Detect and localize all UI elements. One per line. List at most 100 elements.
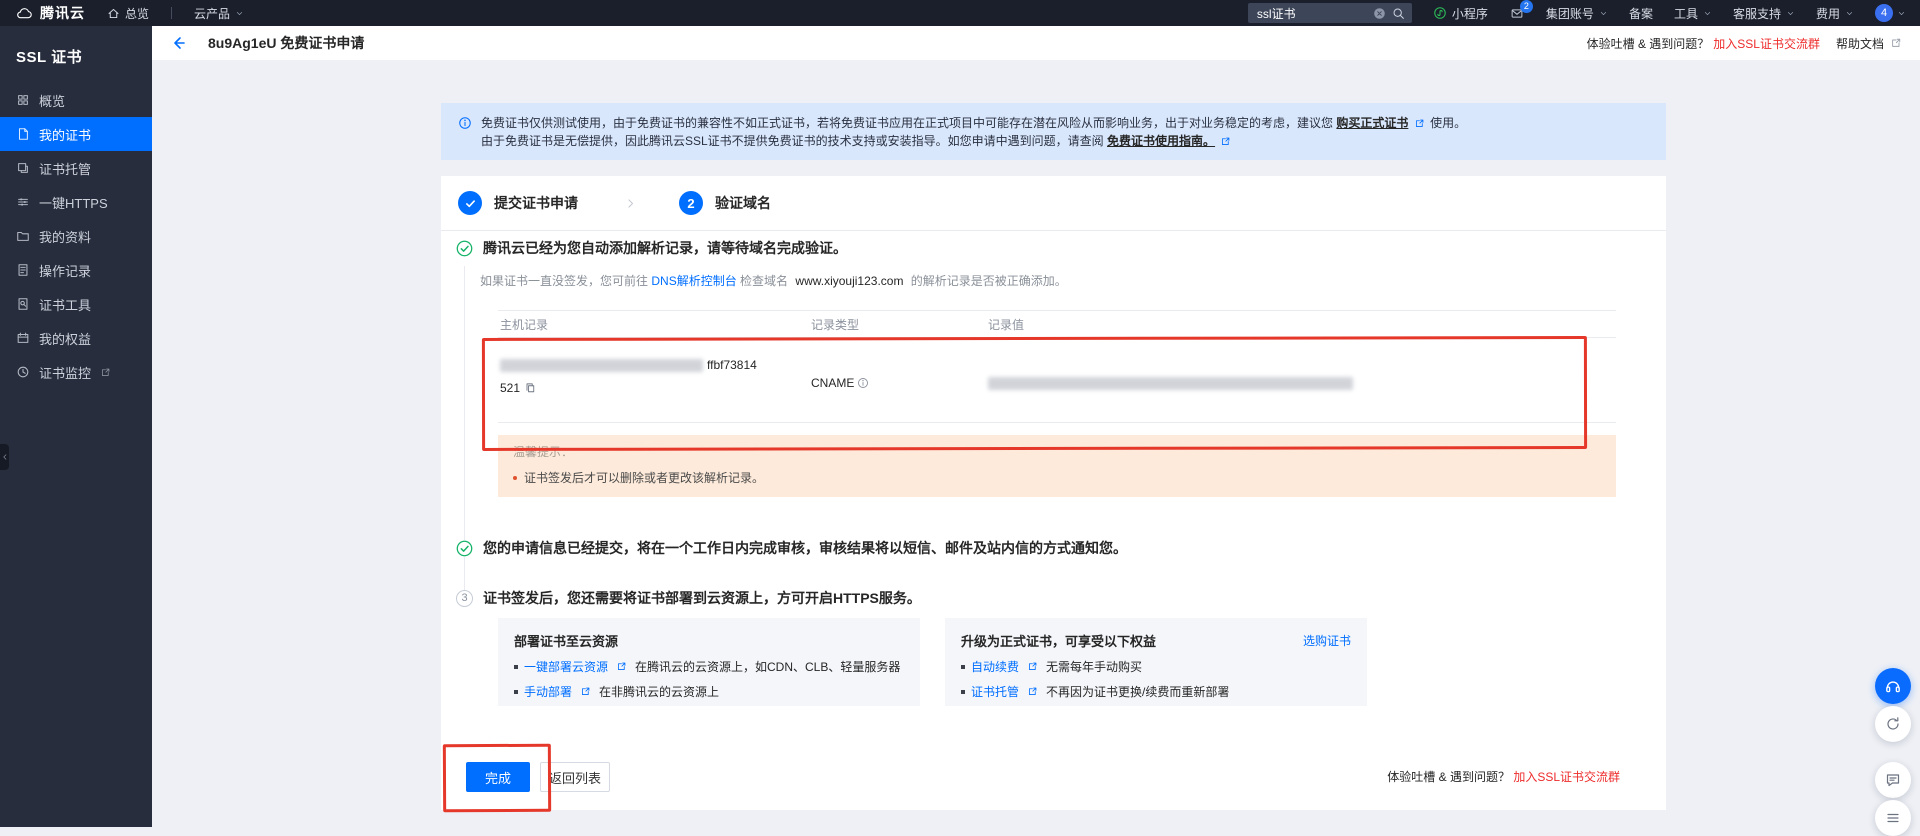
info-icon (458, 116, 472, 130)
bullet-square (961, 665, 965, 669)
home-icon (107, 7, 120, 20)
done-button[interactable]: 完成 (466, 762, 530, 792)
sidebar-item-label: 操作记录 (39, 261, 91, 280)
search-icon[interactable] (1392, 7, 1405, 20)
success-check-icon (456, 540, 473, 557)
help-doc-link[interactable]: 帮助文档 (1836, 35, 1884, 52)
sidebar-item-one-click-https[interactable]: 一键HTTPS (0, 185, 152, 219)
external-link-icon (616, 661, 627, 672)
step-separator (624, 197, 637, 210)
sidebar-item-operation-log[interactable]: 操作记录 (0, 253, 152, 287)
join-ssl-group-link[interactable]: 加入SSL证书交流群 (1513, 770, 1620, 784)
panels-row: 部署证书至云资源 一键部署云资源 在腾讯云的云资源上，如CDN、CLB、轻量服务… (498, 618, 1367, 706)
deploy-panel-title: 部署证书至云资源 (514, 631, 618, 650)
upgrade-panel: 升级为正式证书，可享受以下权益 选购证书 自动续费 无需每年手动购买 证书托管 … (945, 618, 1367, 706)
steps-header: 提交证书申请 2 验证域名 (441, 176, 1666, 231)
sidebar-collapse-handle[interactable] (0, 444, 9, 470)
panel-item: 自动续费 无需每年手动购买 (961, 658, 1351, 675)
nav-mini-program-label: 小程序 (1452, 5, 1488, 22)
card-feedback: 体验吐槽 & 遇到问题？ 加入SSL证书交流群 (1387, 768, 1620, 785)
nav-overview[interactable]: 总览 (107, 5, 149, 22)
tencent-cloud-logo[interactable]: 腾讯云 (14, 3, 85, 23)
sidebar-item-cert-monitor[interactable]: 证书监控 (0, 355, 152, 389)
sidebar-item-label: 证书托管 (39, 159, 91, 178)
nav-support-label: 客服支持 (1733, 5, 1781, 22)
one-click-deploy-link[interactable]: 一键部署云资源 (524, 658, 608, 675)
customer-service-button[interactable] (1875, 668, 1911, 704)
refresh-button[interactable] (1875, 706, 1911, 742)
notice-item: 证书签发后才可以删除或者更改该解析记录。 (513, 469, 1601, 486)
clear-search-icon[interactable] (1373, 7, 1386, 20)
nav-cloud-products[interactable]: 云产品 (194, 5, 244, 22)
redacted-record-value (988, 377, 1353, 390)
sidebar-item-label: 证书工具 (39, 295, 91, 314)
manual-deploy-link[interactable]: 手动部署 (524, 683, 572, 700)
sidebar-title: SSL 证书 (0, 26, 152, 83)
nav-billing[interactable]: 费用 (1816, 5, 1854, 22)
global-search-box[interactable] (1248, 3, 1412, 23)
dns-console-link[interactable]: DNS解析控制台 (651, 274, 736, 288)
table-header: 主机记录 记录类型 记录值 (498, 310, 1616, 338)
external-link-icon (100, 367, 111, 378)
record-value-cell (988, 338, 1616, 422)
headset-icon (1884, 677, 1902, 695)
submitted-section: 您的申请信息已经提交，将在一个工作日内完成审核，审核结果将以短信、邮件及站内信的… (456, 538, 1127, 558)
sidebar-item-my-profile[interactable]: 我的资料 (0, 219, 152, 253)
buy-cert-link[interactable]: 选购证书 (1303, 632, 1351, 649)
hosting-icon (16, 161, 30, 175)
step-2-label: 验证域名 (715, 193, 771, 213)
panel-item: 证书托管 不再因为证书更换/续费而重新部署 (961, 683, 1351, 700)
search-input[interactable] (1255, 5, 1367, 21)
auto-renew-link[interactable]: 自动续费 (971, 658, 1019, 675)
copy-icon[interactable] (524, 382, 536, 394)
sidebar-item-overview[interactable]: 概览 (0, 83, 152, 117)
panel-item-desc: 在腾讯云的云资源上，如CDN、CLB、轻量服务器 (635, 658, 900, 675)
free-cert-info-banner: 免费证书仅供测试使用，由于免费证书的兼容性不如正式证书，若将免费证书应用在正式项… (441, 103, 1666, 160)
nav-icp[interactable]: 备案 (1629, 5, 1653, 22)
submitted-title: 您的申请信息已经提交，将在一个工作日内完成审核，审核结果将以短信、邮件及站内信的… (483, 538, 1127, 558)
dns-added-title: 腾讯云已经为您自动添加解析记录，请等待域名完成验证。 (483, 238, 847, 258)
menu-button[interactable] (1875, 800, 1911, 836)
nav-messages[interactable]: 2 (1509, 7, 1525, 20)
verification-card: 提交证书申请 2 验证域名 腾讯云已经为您自动添加解析记录，请等待域名完成验证。… (441, 176, 1666, 810)
bullet-square (961, 690, 965, 694)
nav-cloud-products-label: 云产品 (194, 5, 230, 22)
nav-tools[interactable]: 工具 (1674, 5, 1712, 22)
file-text-icon (16, 263, 30, 277)
step-3-number: 3 (456, 590, 473, 607)
back-to-list-button[interactable]: 返回列表 (540, 762, 610, 792)
chevron-down-icon (1845, 9, 1854, 18)
nav-mini-program[interactable]: 小程序 (1433, 5, 1488, 22)
notice-title: 温馨提示： (513, 443, 1601, 460)
dns-record-table: 主机记录 记录类型 记录值 ffbf73814 521 (498, 310, 1616, 423)
deploy-panel: 部署证书至云资源 一键部署云资源 在腾讯云的云资源上，如CDN、CLB、轻量服务… (498, 618, 920, 706)
sidebar-item-cert-tools[interactable]: 证书工具 (0, 287, 152, 321)
back-button[interactable] (170, 35, 186, 51)
external-link-icon (1027, 686, 1038, 697)
nav-support[interactable]: 客服支持 (1733, 5, 1795, 22)
cloud-logo-icon (14, 6, 34, 21)
sidebar-item-label: 我的证书 (39, 125, 91, 144)
sidebar-item-label: 我的资料 (39, 227, 91, 246)
header-links: 体验吐槽 & 遇到问题？ 加入SSL证书交流群 帮助文档 (1587, 35, 1904, 52)
feedback-chat-button[interactable] (1875, 762, 1911, 798)
content-area: 免费证书仅供测试使用，由于免费证书的兼容性不如正式证书，若将免费证书应用在正式项… (152, 60, 1920, 827)
notice-item-text: 证书签发后才可以删除或者更改该解析记录。 (524, 469, 764, 486)
nav-group-account[interactable]: 集团账号 (1546, 5, 1608, 22)
avatar[interactable]: 4 (1875, 4, 1906, 22)
sidebar-item-my-benefits[interactable]: 我的权益 (0, 321, 152, 355)
buy-formal-cert-link[interactable]: 购买正式证书 (1336, 116, 1408, 130)
info-icon[interactable] (857, 377, 869, 389)
page-title: 8u9Ag1eU 免费证书申请 (208, 33, 364, 53)
col-record-value: 记录值 (988, 316, 1616, 333)
sidebar-item-cert-hosting[interactable]: 证书托管 (0, 151, 152, 185)
panel-item-desc: 无需每年手动购买 (1046, 658, 1142, 675)
domain-name: www.xiyouji123.com (795, 274, 903, 288)
free-cert-guide-link[interactable]: 免费证书使用指南。 (1107, 134, 1215, 148)
cert-hosting-link[interactable]: 证书托管 (971, 683, 1019, 700)
dns-check-hint: 如果证书一直没签发，您可前往 DNS解析控制台 检查域名 www.xiyouji… (480, 272, 1067, 289)
sidebar-item-my-certificates[interactable]: 我的证书 (0, 117, 152, 151)
chat-icon (1885, 772, 1901, 788)
join-ssl-group-link[interactable]: 加入SSL证书交流群 (1713, 35, 1820, 52)
file-search-icon (16, 297, 30, 311)
